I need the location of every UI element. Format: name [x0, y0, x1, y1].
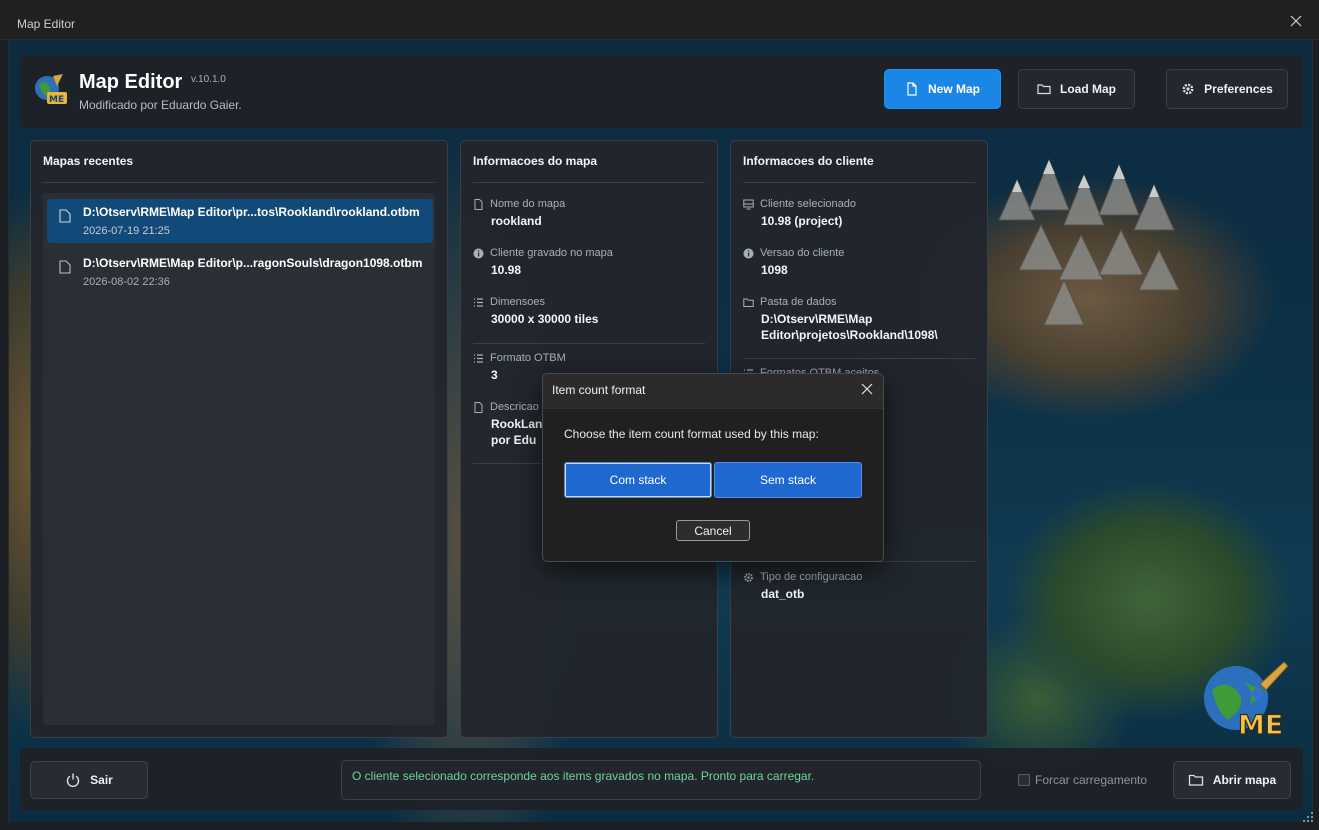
- force-load-checkbox[interactable]: Forcar carregamento: [1018, 773, 1147, 787]
- recent-map-path: D:\Otserv\RME\Map Editor\p...ragonSouls\…: [83, 256, 423, 270]
- field-label: Tipo de configuracao: [760, 571, 863, 583]
- window-title: Map Editor: [17, 17, 76, 31]
- me-logo-icon: ME: [1204, 661, 1289, 740]
- field-label: Pasta de dados: [760, 296, 837, 308]
- folder-open-icon: [1037, 84, 1051, 95]
- me-logo-text: ME: [1238, 710, 1283, 740]
- load-map-label: Load Map: [1060, 82, 1116, 96]
- field-label: Formato OTBM: [490, 352, 566, 364]
- window-titlebar: Map Editor: [0, 0, 1319, 40]
- footer-bar: Sair O cliente selecionado corresponde a…: [20, 748, 1303, 810]
- document-icon: [59, 260, 71, 274]
- new-map-button[interactable]: New Map: [884, 69, 1001, 109]
- logo-text: ME: [49, 95, 64, 105]
- info-icon: [473, 248, 484, 258]
- divider: [43, 182, 435, 183]
- map-name-field: Nome do mapa rookland: [473, 197, 565, 229]
- map-description-line: por Edu: [491, 433, 537, 447]
- divider: [743, 182, 975, 183]
- gear-icon: [1182, 83, 1194, 95]
- monitor-icon: [743, 199, 754, 209]
- info-icon: [743, 248, 754, 258]
- item-count-format-dialog: Item count format Choose the item count …: [542, 373, 884, 562]
- map-client-value: 10.98: [491, 263, 522, 277]
- recent-map-item[interactable]: D:\Otserv\RME\Map Editor\pr...tos\Rookla…: [47, 199, 433, 243]
- new-document-icon: [907, 82, 917, 96]
- data-folder-line: D:\Otserv\RME\Map: [761, 312, 873, 326]
- recent-maps-list[interactable]: D:\Otserv\RME\Map Editor\pr...tos\Rookla…: [43, 193, 435, 725]
- divider: [743, 358, 975, 359]
- data-folder-line: Editor\projetos\Rookland\1098\: [761, 328, 938, 342]
- app-title: Map Editor: [79, 71, 183, 93]
- power-icon: [66, 773, 80, 787]
- recent-map-date: 2026-07-19 21:25: [83, 225, 170, 237]
- list-icon: [474, 353, 483, 363]
- map-description-field: Descricao RookLand por Edu: [473, 400, 550, 448]
- exit-label: Sair: [90, 773, 113, 787]
- preferences-label: Preferences: [1204, 82, 1273, 96]
- map-info-title: Informacoes do mapa: [473, 154, 598, 168]
- client-info-title: Informacoes do cliente: [743, 154, 874, 168]
- field-label: Versao do cliente: [760, 247, 845, 259]
- map-client-field: Cliente gravado no mapa 10.98: [473, 246, 613, 278]
- recent-maps-title: Mapas recentes: [43, 154, 134, 168]
- cancel-button[interactable]: Cancel: [676, 520, 750, 541]
- map-dimensions-field: Dimensoes 30000 x 30000 tiles: [473, 295, 598, 327]
- new-map-label: New Map: [927, 82, 980, 96]
- document-icon: [474, 198, 483, 210]
- gear-icon: [744, 572, 753, 582]
- recent-map-path: D:\Otserv\RME\Map Editor\pr...tos\Rookla…: [83, 205, 420, 219]
- checkbox-box[interactable]: [1018, 774, 1030, 786]
- with-stack-button[interactable]: Com stack: [564, 462, 712, 498]
- open-map-button[interactable]: Abrir mapa: [1173, 761, 1291, 799]
- field-label: Cliente gravado no mapa: [490, 247, 613, 259]
- field-label: Cliente selecionado: [760, 198, 857, 210]
- dialog-title: Item count format: [552, 383, 646, 397]
- divider: [473, 182, 705, 183]
- app-version: v.10.1.0: [191, 74, 226, 85]
- map-dimensions-value: 30000 x 30000 tiles: [491, 312, 599, 326]
- app-logo-icon: ME: [35, 74, 67, 105]
- preferences-button[interactable]: Preferences: [1166, 69, 1288, 109]
- close-icon[interactable]: [861, 383, 873, 395]
- recent-map-date: 2026-08-02 22:36: [83, 276, 170, 288]
- field-label: Dimensoes: [490, 296, 546, 308]
- field-label: Nome do mapa: [490, 198, 566, 210]
- list-icon: [474, 297, 483, 307]
- map-name-value: rookland: [491, 214, 542, 228]
- load-map-button[interactable]: Load Map: [1018, 69, 1135, 109]
- field-label: Descricao: [490, 401, 539, 413]
- folder-icon: [743, 298, 754, 307]
- window-close-icon[interactable]: [1289, 14, 1303, 28]
- mountains-decoration: [998, 158, 1180, 326]
- document-icon: [474, 401, 483, 413]
- config-type-field: Tipo de configuracao dat_otb: [743, 570, 862, 602]
- exit-button[interactable]: Sair: [30, 761, 148, 799]
- recent-maps-panel: Mapas recentes D:\Otserv\RME\Map Editor\…: [30, 140, 448, 738]
- client-selected-field: Cliente selecionado 10.98 (project): [743, 197, 856, 229]
- status-message: O cliente selecionado corresponde aos it…: [341, 760, 981, 800]
- open-map-label: Abrir mapa: [1212, 773, 1277, 787]
- map-description-line: RookLand: [491, 417, 550, 431]
- dialog-prompt: Choose the item count format used by thi…: [564, 427, 819, 441]
- recent-map-item[interactable]: D:\Otserv\RME\Map Editor\p...ragonSouls\…: [47, 250, 433, 294]
- force-load-label: Forcar carregamento: [1035, 773, 1148, 787]
- app-subtitle: Modificado por Eduardo Gaier.: [79, 98, 242, 112]
- client-version-field: Versao do cliente 1098: [743, 246, 844, 278]
- config-type-value: dat_otb: [761, 587, 805, 601]
- dialog-body: Choose the item count format used by thi…: [543, 408, 883, 561]
- divider: [473, 343, 705, 344]
- client-selected-value: 10.98 (project): [761, 214, 843, 228]
- resize-grip-icon[interactable]: [1303, 812, 1313, 822]
- data-folder-field: Pasta de dados D:\Otserv\RME\Map Editor\p…: [743, 295, 938, 343]
- client-version-value: 1098: [761, 263, 788, 277]
- app-header: ME Map Editor v.10.1.0 Modificado por Ed…: [20, 55, 1303, 128]
- folder-open-icon: [1188, 774, 1203, 786]
- document-icon: [59, 209, 71, 223]
- without-stack-button[interactable]: Sem stack: [714, 462, 862, 498]
